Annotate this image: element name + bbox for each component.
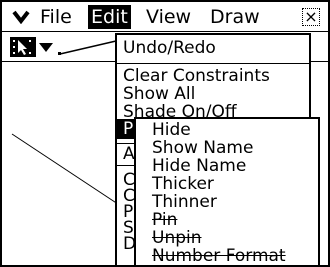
menu-item-show-all[interactable]: Show All [117, 85, 309, 103]
select-tool-button[interactable] [10, 37, 36, 57]
menu-file[interactable]: File [40, 5, 72, 29]
submenu-item-show-name[interactable]: Show Name [152, 139, 253, 157]
menu-item-undo-redo[interactable]: Undo/Redo [117, 39, 309, 57]
properties-submenu: Hide Show Name Hide Name Thicker Thinner… [134, 117, 320, 266]
chevron-down-icon[interactable] [12, 9, 30, 24]
menu-item-clear-constraints[interactable]: Clear Constraints [117, 67, 309, 85]
menu-edit[interactable]: Edit [88, 5, 131, 29]
select-arrow-icon [13, 40, 31, 55]
menu-view[interactable]: View [146, 5, 191, 29]
submenu-item-pin: Pin [152, 210, 178, 230]
submenu-item-unpin: Unpin [152, 228, 202, 248]
submenu-item-thinner[interactable]: Thinner [152, 193, 217, 211]
close-button[interactable]: × [302, 8, 320, 26]
tool-dropdown-button[interactable] [38, 37, 54, 57]
dropdown-triangle-icon [39, 43, 53, 52]
menu-draw[interactable]: Draw [210, 5, 260, 29]
menu-separator [117, 63, 309, 64]
submenu-item-number-format: Number Format [152, 246, 286, 266]
submenu-item-hide-name[interactable]: Hide Name [152, 157, 246, 175]
menu-bar: File Edit View Draw × [2, 2, 328, 32]
app-screen: File Edit View Draw × Undo/Redo Clear Co… [0, 0, 330, 267]
submenu-item-hide[interactable]: Hide [152, 121, 191, 139]
drawn-line[interactable] [11, 133, 131, 213]
line-tool-button[interactable] [58, 37, 118, 57]
submenu-item-thicker[interactable]: Thicker [152, 175, 214, 193]
line-tool-icon [58, 40, 117, 55]
